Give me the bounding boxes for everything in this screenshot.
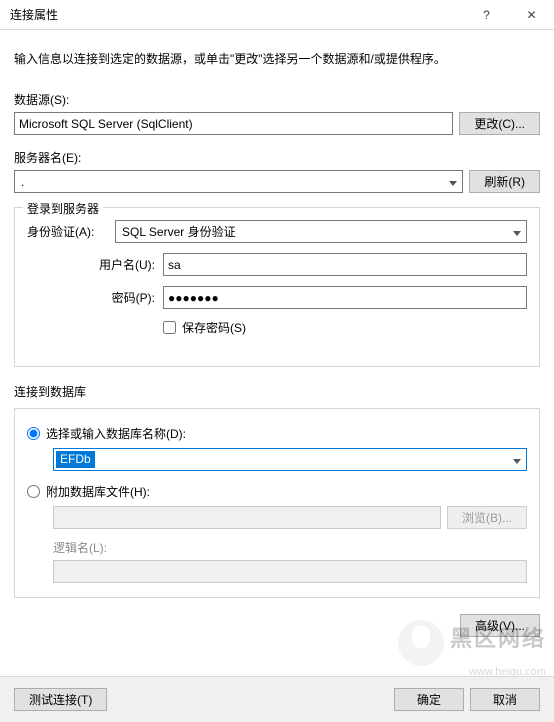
- attach-path-input: [53, 506, 441, 529]
- cancel-button[interactable]: 取消: [470, 688, 540, 711]
- save-password-checkbox[interactable]: [163, 321, 176, 334]
- chevron-down-icon: [508, 225, 526, 239]
- change-button[interactable]: 更改(C)...: [459, 112, 540, 135]
- ok-button[interactable]: 确定: [394, 688, 464, 711]
- datasource-section: 数据源(S): 更改(C)...: [14, 91, 540, 135]
- password-input[interactable]: [163, 286, 527, 309]
- attach-db-label: 附加数据库文件(H):: [46, 483, 150, 500]
- auth-select[interactable]: SQL Server 身份验证: [115, 220, 527, 243]
- refresh-button[interactable]: 刷新(R): [469, 170, 540, 193]
- test-connection-button[interactable]: 测试连接(T): [14, 688, 107, 711]
- select-db-label: 选择或输入数据库名称(D):: [46, 425, 186, 442]
- password-label: 密码(P):: [85, 289, 155, 306]
- logical-name-label: 逻辑名(L):: [53, 539, 527, 556]
- username-input[interactable]: [163, 253, 527, 276]
- server-section: 服务器名(E): . 刷新(R): [14, 149, 540, 193]
- auth-value: SQL Server 身份验证: [116, 223, 508, 240]
- close-button[interactable]: ✕: [509, 0, 554, 30]
- help-button[interactable]: ?: [464, 0, 509, 30]
- database-value: EFDb: [56, 451, 95, 468]
- attach-db-radio[interactable]: [27, 485, 40, 498]
- chevron-down-icon: [444, 175, 462, 189]
- datasource-field: [14, 112, 453, 135]
- footer-bar: 测试连接(T) 确定 取消: [0, 676, 554, 722]
- server-value: .: [15, 175, 444, 189]
- database-combo[interactable]: EFDb: [53, 448, 527, 471]
- db-legend: 连接到数据库: [14, 383, 540, 400]
- window-title: 连接属性: [0, 6, 464, 23]
- server-combo[interactable]: .: [14, 170, 463, 193]
- auth-label: 身份验证(A):: [27, 223, 107, 240]
- server-label: 服务器名(E):: [14, 149, 540, 166]
- logical-name-input: [53, 560, 527, 583]
- database-fieldset: 选择或输入数据库名称(D): EFDb 附加数据库文件(H): 浏览(B)...…: [14, 408, 540, 598]
- login-legend: 登录到服务器: [23, 200, 103, 217]
- instruction-text: 输入信息以连接到选定的数据源，或单击"更改"选择另一个数据源和/或提供程序。: [14, 50, 540, 67]
- content-area: 输入信息以连接到选定的数据源，或单击"更改"选择另一个数据源和/或提供程序。 数…: [0, 30, 554, 598]
- chevron-down-icon: [508, 453, 526, 467]
- save-password-label: 保存密码(S): [182, 319, 246, 336]
- select-db-radio[interactable]: [27, 427, 40, 440]
- username-label: 用户名(U):: [85, 256, 155, 273]
- advanced-button[interactable]: 高级(V)...: [460, 614, 540, 637]
- browse-button: 浏览(B)...: [447, 506, 527, 529]
- datasource-label: 数据源(S):: [14, 91, 540, 108]
- login-fieldset: 登录到服务器 身份验证(A): SQL Server 身份验证 用户名(U): …: [14, 207, 540, 367]
- titlebar: 连接属性 ? ✕: [0, 0, 554, 30]
